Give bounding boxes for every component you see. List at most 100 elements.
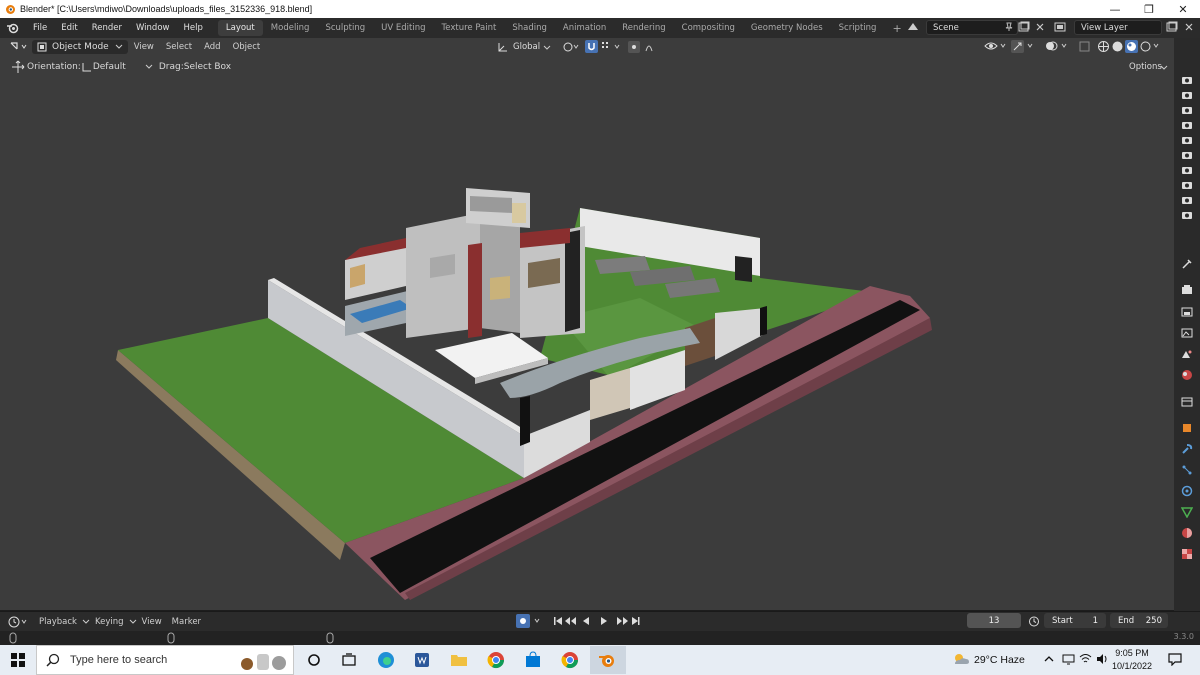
view-layer-properties-icon[interactable] xyxy=(1181,327,1193,339)
tool-properties-icon[interactable] xyxy=(1181,258,1193,270)
tab-geometry-nodes[interactable]: Geometry Nodes xyxy=(743,20,831,36)
menu-keying[interactable]: Keying xyxy=(90,617,129,627)
tab-shading[interactable]: Shading xyxy=(504,20,555,36)
transform-orientation-dropdown[interactable]: Global xyxy=(513,42,540,52)
menu-view[interactable]: View xyxy=(128,42,160,52)
menu-add[interactable]: Add xyxy=(198,42,226,52)
menu-select[interactable]: Select xyxy=(160,42,198,52)
object-data-properties-icon[interactable] xyxy=(1181,506,1193,518)
camera-icon[interactable] xyxy=(1181,74,1193,86)
weather-icon[interactable] xyxy=(951,651,971,667)
gizmo-toggle-icon[interactable] xyxy=(1011,40,1035,53)
shading-solid-icon[interactable] xyxy=(1111,40,1124,53)
tab-compositing[interactable]: Compositing xyxy=(674,20,743,36)
camera-icon[interactable] xyxy=(1181,89,1193,101)
tab-sculpting[interactable]: Sculpting xyxy=(317,20,373,36)
remove-scene-icon[interactable] xyxy=(1035,22,1045,32)
overlays-icon[interactable] xyxy=(1045,40,1069,53)
modifier-properties-icon[interactable] xyxy=(1181,443,1193,455)
tab-rendering[interactable]: Rendering xyxy=(614,20,673,36)
menu-object[interactable]: Object xyxy=(227,42,267,52)
file-explorer-icon[interactable] xyxy=(449,650,469,670)
visibility-filter-icon[interactable] xyxy=(984,40,1008,53)
maximize-button[interactable]: ❐ xyxy=(1132,0,1166,18)
remove-view-layer-icon[interactable] xyxy=(1184,22,1194,32)
widgets-icon[interactable] xyxy=(339,650,359,670)
minimize-button[interactable]: — xyxy=(1098,0,1132,18)
editor-type-icon[interactable] xyxy=(8,40,28,54)
material-properties-icon[interactable] xyxy=(1181,527,1193,539)
blender-taskbar-icon[interactable] xyxy=(597,650,617,670)
tab-modeling[interactable]: Modeling xyxy=(263,20,318,36)
camera-icon[interactable] xyxy=(1181,209,1193,221)
object-properties-icon[interactable] xyxy=(1181,422,1193,434)
physics-properties-icon[interactable] xyxy=(1181,485,1193,497)
record-keyframe-icon[interactable] xyxy=(516,614,544,628)
camera-icon[interactable] xyxy=(1181,179,1193,191)
menu-marker[interactable]: Marker xyxy=(167,617,206,627)
object-mode-dropdown[interactable]: Object Mode xyxy=(32,40,128,54)
drag-dropdown[interactable]: Select Box xyxy=(184,62,231,72)
shading-wireframe-icon[interactable] xyxy=(1097,40,1110,53)
menu-render[interactable]: Render xyxy=(85,23,129,33)
transform-orientation-icon[interactable] xyxy=(497,41,509,53)
taskbar-search-box[interactable]: Type here to search xyxy=(36,645,294,675)
world-properties-icon[interactable] xyxy=(1181,369,1193,381)
weather-widget[interactable]: 29°C Haze xyxy=(974,645,1025,675)
new-scene-icon[interactable] xyxy=(1018,21,1030,33)
start-frame-field[interactable]: Start 1 xyxy=(1044,613,1106,628)
collection-properties-icon[interactable] xyxy=(1181,396,1193,408)
menu-help[interactable]: Help xyxy=(176,23,209,33)
tab-texture-paint[interactable]: Texture Paint xyxy=(434,20,505,36)
microsoft-store-icon[interactable] xyxy=(523,650,543,670)
menu-window[interactable]: Window xyxy=(129,23,177,33)
stopwatch-icon[interactable] xyxy=(1028,615,1040,627)
playback-controls-icon[interactable] xyxy=(553,615,641,627)
view-layer-selector[interactable]: View Layer xyxy=(1074,20,1162,35)
windows-start-icon[interactable] xyxy=(11,653,25,667)
notifications-icon[interactable] xyxy=(1168,653,1182,666)
camera-icon[interactable] xyxy=(1181,164,1193,176)
camera-icon[interactable] xyxy=(1181,119,1193,131)
word-app-icon[interactable] xyxy=(412,650,432,670)
house-model-render[interactable] xyxy=(0,38,1174,610)
texture-properties-icon[interactable] xyxy=(1181,548,1193,560)
menu-view-timeline[interactable]: View xyxy=(137,617,167,627)
render-properties-icon[interactable] xyxy=(1181,284,1193,296)
orientation-dropdown[interactable]: Default xyxy=(93,62,145,72)
snap-icon[interactable] xyxy=(585,40,598,53)
scene-properties-icon[interactable] xyxy=(1181,348,1193,360)
end-frame-field[interactable]: End 250 xyxy=(1110,613,1168,628)
snap-target-icon[interactable] xyxy=(601,41,623,53)
menu-playback[interactable]: Playback xyxy=(34,617,82,627)
camera-icon[interactable] xyxy=(1181,104,1193,116)
camera-icon[interactable] xyxy=(1181,134,1193,146)
blender-menu-icon[interactable] xyxy=(6,21,20,35)
chrome-browser-icon[interactable] xyxy=(560,650,580,670)
camera-icon[interactable] xyxy=(1181,194,1193,206)
clock-editor-icon[interactable] xyxy=(8,615,28,629)
3d-viewport[interactable] xyxy=(0,38,1174,610)
shading-rendered-icon[interactable] xyxy=(1139,40,1161,53)
shading-material-icon[interactable] xyxy=(1125,40,1138,53)
tab-animation[interactable]: Animation xyxy=(555,20,614,36)
proportional-editing-icon[interactable] xyxy=(628,41,658,53)
network-icon[interactable] xyxy=(1062,653,1075,665)
menu-file[interactable]: File xyxy=(26,23,54,33)
particles-properties-icon[interactable] xyxy=(1181,464,1193,476)
tab-layout[interactable]: Layout xyxy=(217,20,263,36)
close-button[interactable]: ✕ xyxy=(1166,0,1200,18)
task-view-icon[interactable] xyxy=(304,650,324,670)
chrome-browser-icon[interactable] xyxy=(486,650,506,670)
view-layer-icon[interactable] xyxy=(1054,21,1068,33)
pivot-point-icon[interactable] xyxy=(561,41,581,53)
scene-icon[interactable] xyxy=(906,21,920,33)
output-properties-icon[interactable] xyxy=(1181,306,1193,318)
options-dropdown[interactable]: Options xyxy=(1129,62,1162,72)
wifi-icon[interactable] xyxy=(1079,653,1092,665)
new-view-layer-icon[interactable] xyxy=(1166,21,1178,33)
xray-toggle-icon[interactable] xyxy=(1079,40,1091,53)
tab-scripting[interactable]: Scripting xyxy=(831,20,885,36)
edge-browser-icon[interactable] xyxy=(376,650,396,670)
menu-edit[interactable]: Edit xyxy=(54,23,84,33)
